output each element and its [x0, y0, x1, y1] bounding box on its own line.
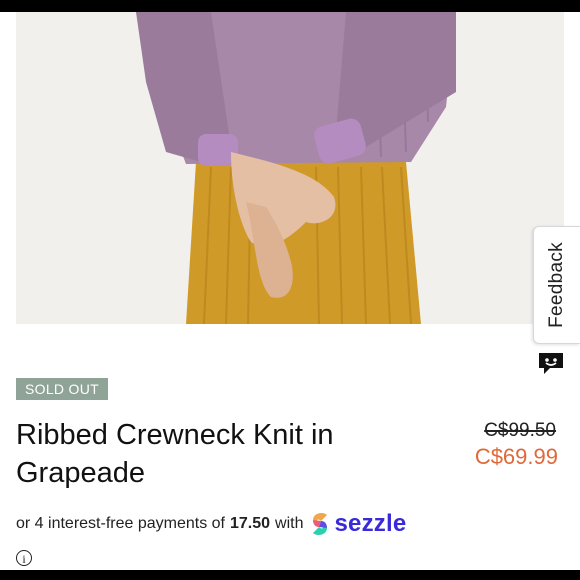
sezzle-logo[interactable]: sezzle	[309, 510, 406, 538]
original-price: C$99.50	[484, 420, 556, 441]
product-title: Ribbed Crewneck Knit in Grapeade	[16, 419, 334, 489]
info-icon[interactable]: i	[16, 550, 32, 566]
installment-offer[interactable]: or 4 interest-free payments of 17.50 wit…	[16, 508, 406, 540]
top-status-bar	[0, 0, 580, 12]
installment-amount: 17.50	[229, 515, 271, 532]
feedback-label: Feedback	[546, 242, 567, 328]
sezzle-logo-icon	[313, 512, 328, 536]
installment-prefix: or 4 interest-free payments of	[16, 515, 225, 532]
sezzle-brand: sezzle	[334, 510, 407, 537]
sold-out-badge: SOLD OUT	[16, 378, 108, 400]
sale-price: C$69.99	[474, 444, 558, 469]
feedback-tab[interactable]: Feedback	[533, 226, 580, 344]
feedback-chat-icon[interactable]	[536, 350, 566, 376]
bottom-bar	[0, 570, 580, 580]
product-image[interactable]	[16, 12, 564, 324]
installment-suffix: with	[275, 515, 304, 532]
